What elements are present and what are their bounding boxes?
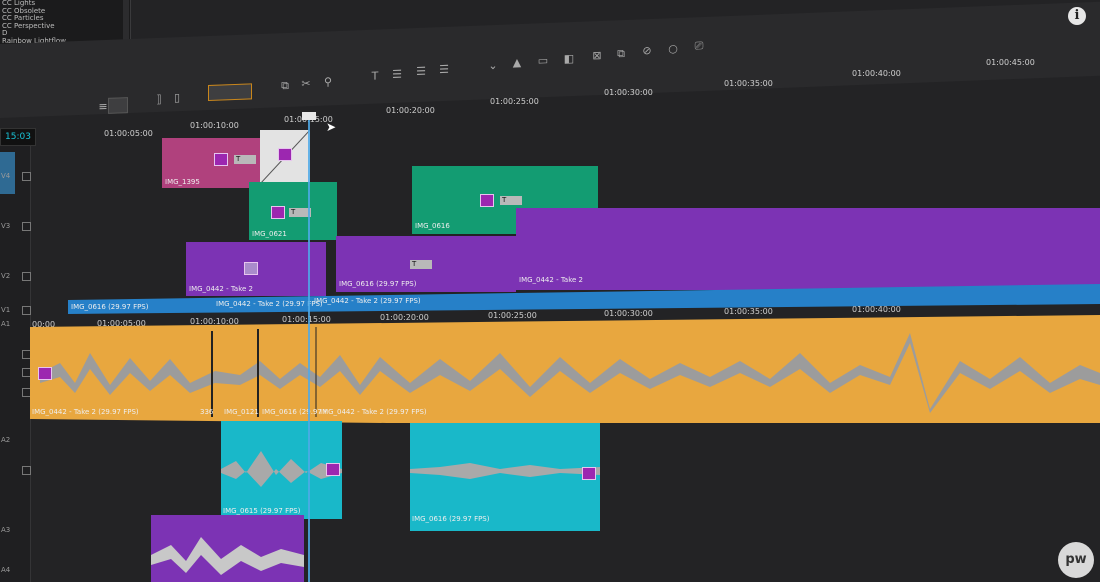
track-mute-a2[interactable] — [22, 466, 31, 475]
align-bottom-icon[interactable]: ☰ — [437, 63, 451, 78]
fx-icon — [326, 463, 340, 476]
clip-label: 336 — [200, 408, 214, 416]
fx-icon — [38, 367, 52, 380]
v1-track: IMG_0616 (29.97 FPS) IMG_0442 - Take 2 (… — [68, 284, 1100, 314]
clip-label: IMG_0616 (29.97 FPS) — [412, 515, 490, 523]
clip-label: IMG_0621 — [252, 230, 287, 238]
ruler-tick: 01:00:25:00 — [490, 97, 539, 106]
fx-icon — [582, 467, 596, 480]
track-lock-v2[interactable] — [22, 272, 31, 281]
track-label-a2: A2 — [1, 436, 11, 444]
playhead-handle[interactable] — [302, 112, 316, 120]
track-headers: V4 V3 V2 V1 A1 A2 A3 A4 — [0, 146, 31, 582]
clip-img-0621[interactable]: T IMG_0621 — [249, 182, 337, 240]
split-icon[interactable]: ◧ — [562, 52, 576, 67]
film-icon — [244, 262, 258, 275]
clip-img-1395[interactable]: T IMG_1395 — [162, 138, 260, 188]
track-lock-v3[interactable] — [22, 222, 31, 231]
track-label-a1: A1 — [1, 320, 11, 328]
crop-icon[interactable]: ▭ — [536, 54, 550, 69]
title-badge: T — [234, 155, 256, 164]
audio-track-a1[interactable]: IMG_0442 - Take 2 (29.97 FPS) 336 IMG_01… — [30, 313, 1100, 431]
text-icon[interactable]: T — [368, 69, 382, 84]
fx-icon — [480, 194, 494, 207]
flag-button[interactable] — [108, 97, 128, 114]
clip-label: IMG_0616 (29.97 I — [262, 408, 327, 416]
picture-icon[interactable]: ⊠ — [590, 49, 604, 64]
track-label-v3: V3 — [1, 222, 11, 230]
timeline-toolbar: ≡ ⟧ ▯ ⧉ ✂ ⚲ T ☰ ☰ ☰ ⌄ ▲ ▭ ◧ ⊠ ⧉ ⊘ ○ ⎚ — [0, 1, 1100, 118]
clip-label: IMG_0442 - Take 2 (29.97 FPS) — [32, 408, 139, 416]
fx-icon — [278, 148, 292, 161]
clip-label: IMG_0442 - Take 2 (29.97 FPS) — [314, 297, 421, 305]
track-label-v2: V2 — [1, 272, 11, 280]
camera-icon[interactable]: ⎚ — [692, 39, 706, 54]
fx-icon — [214, 153, 228, 166]
block-icon[interactable]: ⊘ — [640, 44, 654, 59]
snap-button[interactable] — [208, 83, 252, 102]
clip-label: IMG_0615 (29.97 FPS) — [223, 507, 301, 515]
track-label-v1: V1 — [1, 306, 11, 314]
clip-img-0442-take2-long[interactable]: IMG_0442 - Take 2 — [516, 208, 1100, 290]
timecode-display[interactable]: 15:03 — [0, 128, 36, 146]
align-middle-icon[interactable]: ☰ — [414, 65, 428, 80]
clip-label: IMG_0442 - Take 2 — [519, 276, 584, 284]
ruler-tick: 01:00:40:00 — [852, 69, 901, 78]
track-label-a3: A3 — [1, 526, 11, 534]
trim-icon[interactable]: ⟧ — [152, 93, 166, 108]
ruler-tick: 01:00:35:00 — [724, 79, 773, 88]
audio-waveform — [151, 537, 304, 575]
track-label-v4: V4 — [1, 172, 11, 180]
track-label-a4: A4 — [1, 566, 11, 574]
clip-label: IMG_0616 — [415, 222, 450, 230]
brand-logo: pw — [1058, 542, 1094, 578]
playhead[interactable] — [308, 118, 310, 582]
fx-icon — [271, 206, 285, 219]
clip-a3-purple[interactable] — [151, 515, 304, 582]
effect-item[interactable]: CC Perspective — [2, 22, 130, 31]
copy-icon[interactable]: ⧉ — [614, 47, 628, 62]
track-lock-v4[interactable] — [22, 172, 31, 181]
title-badge: T — [500, 196, 522, 205]
clip-label: IMG_0616 (29.97 FPS) — [71, 303, 149, 311]
ruler-tick: 01:00:05:00 — [104, 129, 153, 138]
slip-icon[interactable]: ▯ — [170, 91, 184, 106]
marker-icon[interactable]: ⚲ — [321, 75, 335, 90]
clip-label: IMG_0442 - Take 2 (29.97 FPS) — [216, 300, 323, 308]
clip-img-0616-audio[interactable]: IMG_0616 (29.97 FPS) — [410, 423, 600, 531]
ruler-tick: 01:00:30:00 — [604, 88, 653, 97]
clip-label: IMG_0121 — [224, 408, 259, 416]
clip-img-0615[interactable]: IMG_0615 (29.97 FPS) — [221, 421, 342, 519]
title-badge: T — [410, 260, 432, 269]
chevron-down-icon[interactable]: ⌄ — [486, 59, 500, 74]
cursor-pointer-icon: ➤ — [326, 120, 337, 134]
ruler-tick: 01:00:10:00 — [190, 121, 239, 130]
ruler-tick: 01:00:20:00 — [386, 106, 435, 115]
link-icon[interactable]: ⧉ — [278, 79, 292, 94]
clip-label: IMG_1395 — [165, 178, 200, 186]
v1-strip — [68, 284, 1100, 314]
ruler-tick: 01:00:45:00 — [986, 58, 1035, 67]
info-icon[interactable]: i — [1068, 7, 1086, 25]
clip-label: IMG_0442 - Take 2 (29.97 FPS) — [320, 408, 427, 416]
circle-icon[interactable]: ○ — [666, 42, 680, 57]
shape-icon[interactable]: ▲ — [510, 56, 524, 71]
align-top-icon[interactable]: ☰ — [390, 67, 404, 82]
audio-waveform — [30, 315, 1100, 431]
transition-clip[interactable] — [260, 130, 310, 184]
audio-waveform — [221, 451, 342, 487]
razor-icon[interactable]: ✂ — [299, 77, 313, 92]
